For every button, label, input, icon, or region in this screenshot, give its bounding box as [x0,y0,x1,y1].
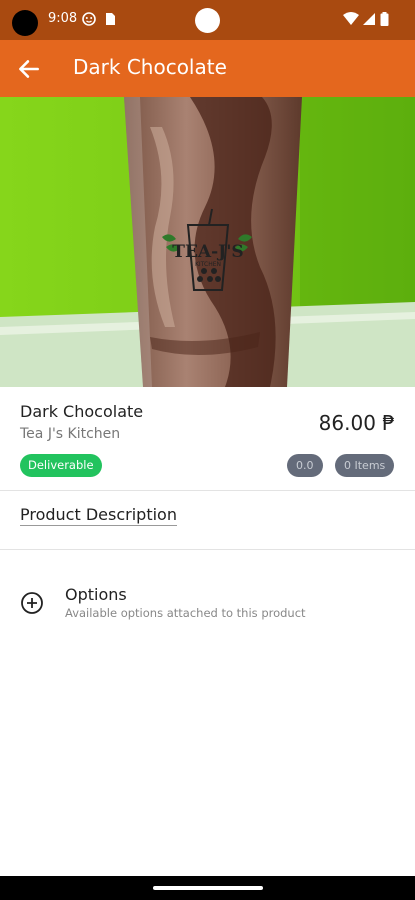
signal-icon [363,13,375,25]
shop-name: Tea J's Kitchen [20,426,121,442]
divider [0,490,415,491]
product-description-link[interactable]: Product Description [20,505,177,526]
items-count-pill: 0 Items [335,454,395,477]
back-arrow-icon[interactable] [16,56,42,82]
product-name: Dark Chocolate [20,402,144,421]
logo-text: TEA-J'S [172,242,243,262]
options-subtitle: Available options attached to this produ… [65,606,306,620]
status-time: 9:08 [48,11,78,26]
app-bar: Dark Chocolate [0,40,415,97]
divider [0,549,415,550]
system-nav-bar [0,876,415,900]
wifi-icon [343,12,359,25]
page-title: Dark Chocolate [73,55,227,79]
logo-subtext: KITCHEN [195,261,221,268]
sim-card-icon [106,13,115,25]
quantity-pill: 0.0 [287,454,323,477]
options-title[interactable]: Options [65,585,127,604]
home-gesture-handle[interactable] [153,886,263,890]
add-circle-icon[interactable] [20,591,44,615]
status-bar: 9:08 [0,0,415,40]
product-image: TEA-J'S KITCHEN [0,97,415,387]
deliverable-badge: Deliverable [20,454,102,477]
product-price: 86.00 ₱ [318,411,395,435]
battery-icon [380,12,389,26]
face-icon [82,12,96,26]
camera-cutout [12,10,38,36]
front-camera [195,8,220,33]
